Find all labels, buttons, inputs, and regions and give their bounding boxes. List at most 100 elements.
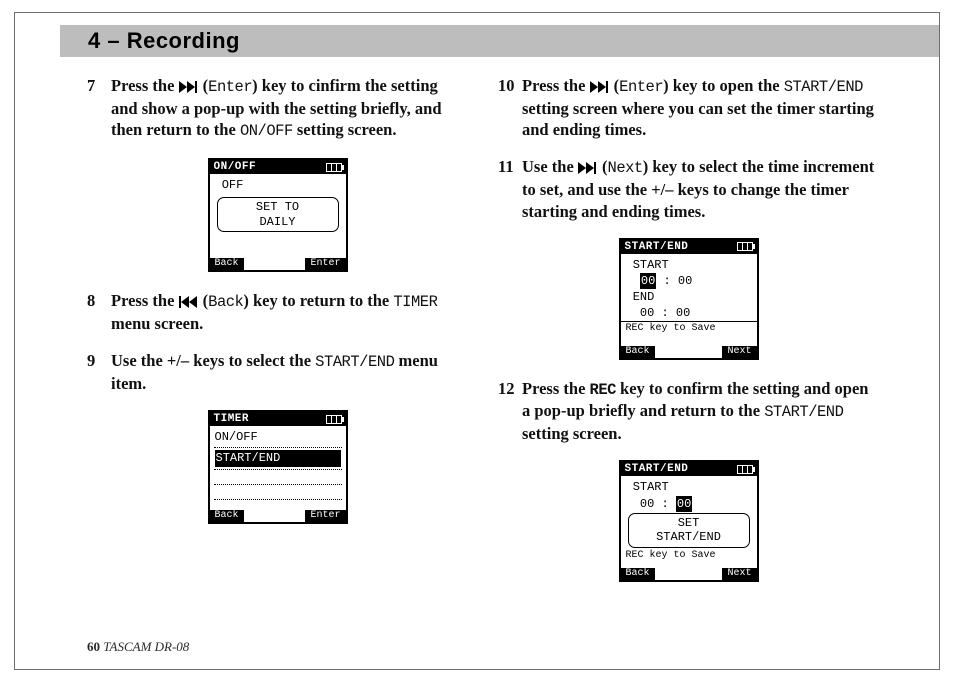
text: setting screen. [522, 424, 622, 443]
lcd-body: START 00 : 00 END 00 : 00 REC key to Sav… [621, 254, 757, 339]
step-number: 7 [87, 75, 95, 96]
step-11: 11 Use the (Next) key to select the time… [498, 156, 879, 221]
lcd-body: START 00 : 00 SET START/END REC key to S… [621, 476, 757, 565]
step-7: 7 Press the (Enter) key to cinfirm the s… [87, 75, 468, 142]
lcd-row: START [626, 257, 752, 273]
popup-line: SET TO [220, 200, 336, 214]
lcd-title: START/END [625, 463, 689, 475]
lcd-title: ON/OFF [214, 161, 257, 173]
step-text: Press the REC key to confirm the setting… [522, 379, 868, 444]
rewind-icon [179, 292, 199, 313]
lcd-figure-startend: START/END START 00 : 00 END 00 : 00 REC … [498, 238, 879, 360]
step-number: 9 [87, 350, 95, 371]
lcd-screen: START/END START 00 : 00 END 00 : 00 REC … [619, 238, 759, 360]
battery-icon [737, 465, 753, 474]
text: ( [598, 157, 608, 176]
text: Press the [522, 379, 590, 398]
lcd-screen: ON/OFF OFF SET TO DAILY [208, 158, 348, 272]
popup-line: DAILY [220, 215, 336, 229]
footer-model: TASCAM DR-08 [100, 639, 189, 654]
lcd-row: ON/OFF [215, 429, 341, 445]
lcd-popup: SET START/END [628, 513, 750, 548]
ffwd-icon [578, 158, 598, 179]
section-title: 4 – Recording [60, 28, 240, 54]
lcd-row-selected: START/END [215, 450, 341, 466]
step-text: Press the (Back) key to return to the TI… [111, 291, 437, 333]
key-label: REC [590, 381, 616, 399]
softkey-left: Back [621, 346, 655, 358]
text: ( [610, 76, 620, 95]
popup-line: START/END [631, 530, 747, 544]
key-label: Enter [619, 78, 663, 96]
lcd-body: ON/OFF START/END [210, 426, 346, 504]
content-columns: 7 Press the (Enter) key to cinfirm the s… [15, 57, 939, 610]
lcd-screen: TIMER ON/OFF START/END [208, 410, 348, 524]
mono-text: TIMER [393, 293, 437, 311]
step-text: Use the (Next) key to select the time in… [522, 157, 874, 220]
softkey-right: Enter [305, 258, 345, 270]
battery-icon [326, 163, 342, 172]
mono-text: START/END [764, 403, 843, 421]
lcd-title: START/END [625, 241, 689, 253]
text: Press the [522, 76, 590, 95]
text: setting screen where you can set the tim… [522, 99, 874, 139]
lcd-row: START [626, 479, 752, 495]
lcd-popup: SET TO DAILY [217, 197, 339, 232]
mono-text: START/END [315, 353, 394, 371]
lcd-figure-onoff: ON/OFF OFF SET TO DAILY [87, 158, 468, 272]
softkey-right: Next [722, 568, 756, 580]
lcd-title-bar: ON/OFF [210, 160, 346, 174]
text: Use the +/– keys to select the [111, 351, 315, 370]
key-label: Back [208, 293, 243, 311]
column-left: 7 Press the (Enter) key to cinfirm the s… [87, 75, 468, 600]
softkey-right: Next [722, 346, 756, 358]
lcd-screen: START/END START 00 : 00 SET START/END [619, 460, 759, 582]
lcd-row: OFF [215, 177, 341, 193]
step-number: 12 [498, 378, 515, 399]
mono-text: START/END [784, 78, 863, 96]
lcd-title: TIMER [214, 413, 250, 425]
lcd-softkeys: Back Next [621, 567, 757, 580]
page-number: 60 [87, 639, 100, 654]
steps-left: 7 Press the (Enter) key to cinfirm the s… [87, 75, 468, 524]
text: setting screen. [293, 120, 397, 139]
lcd-row: 00 : 00 [626, 273, 752, 289]
softkey-right: Enter [305, 510, 345, 522]
popup-line: SET [631, 516, 747, 530]
key-label: Enter [208, 78, 252, 96]
lcd-figure-startend-popup: START/END START 00 : 00 SET START/END [498, 460, 879, 582]
text: Press the [111, 76, 179, 95]
lcd-row: 00 : 00 [626, 496, 752, 512]
step-8: 8 Press the (Back) key to return to the … [87, 290, 468, 334]
step-10: 10 Press the (Enter) key to open the STA… [498, 75, 879, 140]
step-12: 12 Press the REC key to confirm the sett… [498, 378, 879, 445]
page-outline: 4 – Recording 7 Press the (Enter) key to… [14, 12, 940, 670]
lcd-softkeys: Back Enter [210, 509, 346, 522]
lcd-row: 00 : 00 [626, 305, 752, 321]
lcd-row: END [626, 289, 752, 305]
ffwd-icon [179, 77, 199, 98]
lcd-title-bar: START/END [621, 462, 757, 476]
lcd-figure-timer: TIMER ON/OFF START/END [87, 410, 468, 524]
text: ) key to open the [663, 76, 784, 95]
page-footer: 60 TASCAM DR-08 [87, 639, 189, 655]
softkey-left: Back [210, 510, 244, 522]
page-frame: 4 – Recording 7 Press the (Enter) key to… [0, 0, 954, 686]
text: Press the [111, 291, 179, 310]
ffwd-icon [590, 77, 610, 98]
step-text: Press the (Enter) key to cinfirm the set… [111, 76, 442, 139]
softkey-left: Back [621, 568, 655, 580]
step-number: 10 [498, 75, 515, 96]
steps-right: 10 Press the (Enter) key to open the STA… [498, 75, 879, 582]
column-right: 10 Press the (Enter) key to open the STA… [498, 75, 879, 600]
text: ( [199, 76, 209, 95]
text: ) key to return to the [243, 291, 393, 310]
step-number: 8 [87, 290, 95, 311]
lcd-title-bar: TIMER [210, 412, 346, 426]
key-label: Next [608, 159, 643, 177]
text: menu screen. [111, 314, 203, 333]
battery-icon [737, 242, 753, 251]
softkey-left: Back [210, 258, 244, 270]
battery-icon [326, 415, 342, 424]
lcd-title-bar: START/END [621, 240, 757, 254]
